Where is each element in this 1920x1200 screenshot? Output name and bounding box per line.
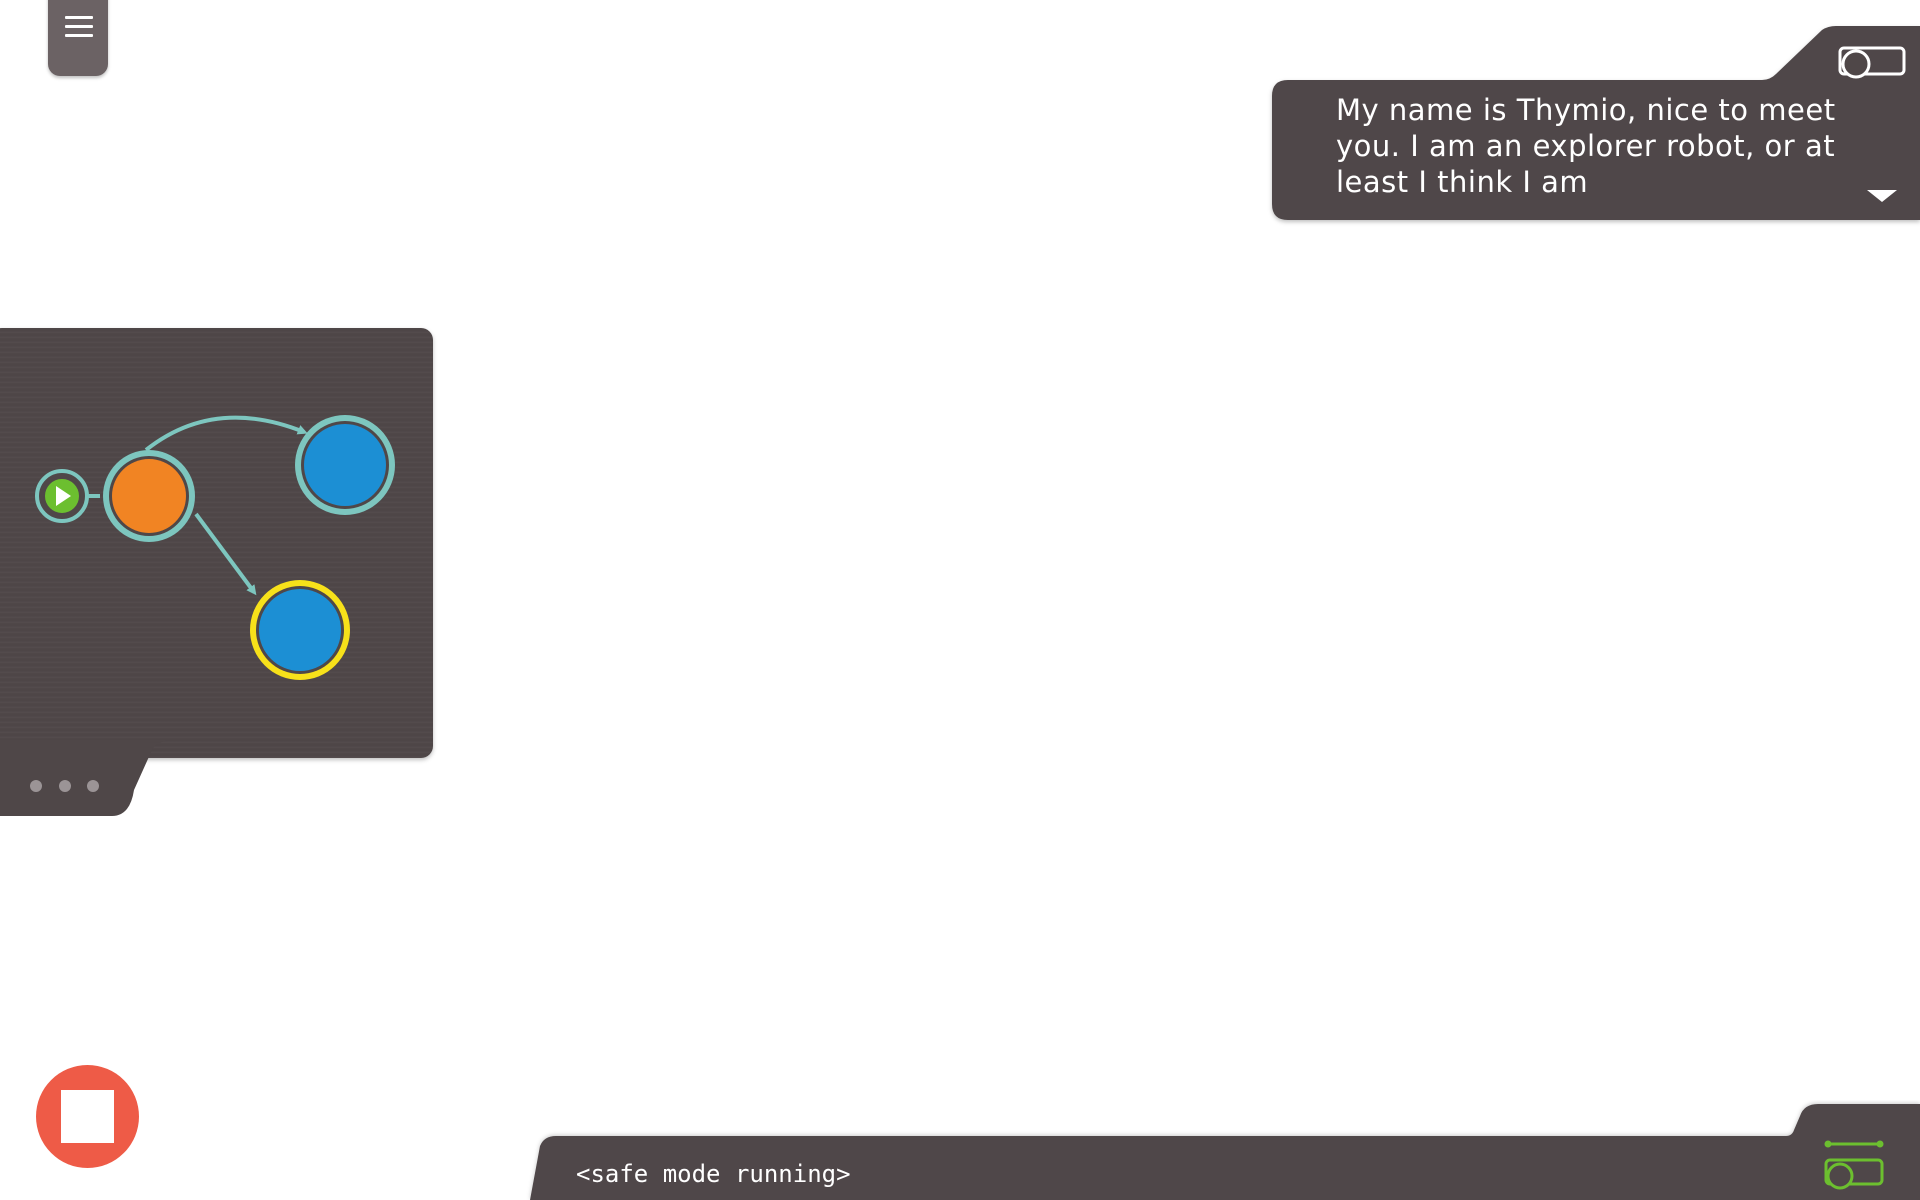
caret-down-icon (1867, 190, 1897, 202)
program-graph (35, 415, 395, 680)
status-bar (0, 1100, 1920, 1200)
camera-toggle-button[interactable] (1836, 44, 1908, 80)
state-blue-bottom[interactable] (250, 580, 350, 680)
transition-arc-top[interactable] (144, 415, 308, 452)
camera-view-toggle-button[interactable] (1822, 1138, 1886, 1190)
status-text: <safe mode running> (576, 1160, 851, 1188)
camera-toggle-icon (1824, 1140, 1884, 1190)
menu-button[interactable] (48, 0, 108, 76)
expand-speech-button[interactable] (1866, 188, 1898, 204)
transition-line-bottom[interactable] (194, 512, 257, 596)
speech-panel: My name is Thymio, nice to meet you. I a… (0, 0, 1920, 230)
more-options-button[interactable] (24, 770, 108, 800)
state-blue-top[interactable] (295, 415, 395, 515)
speech-text: My name is Thymio, nice to meet you. I a… (1336, 93, 1836, 199)
camera-toggle-icon (1838, 46, 1906, 79)
state-orange[interactable] (103, 450, 195, 542)
status-bar-background (530, 1104, 1920, 1200)
start-node[interactable] (35, 469, 89, 523)
app-stage: My name is Thymio, nice to meet you. I a… (0, 0, 1920, 1200)
